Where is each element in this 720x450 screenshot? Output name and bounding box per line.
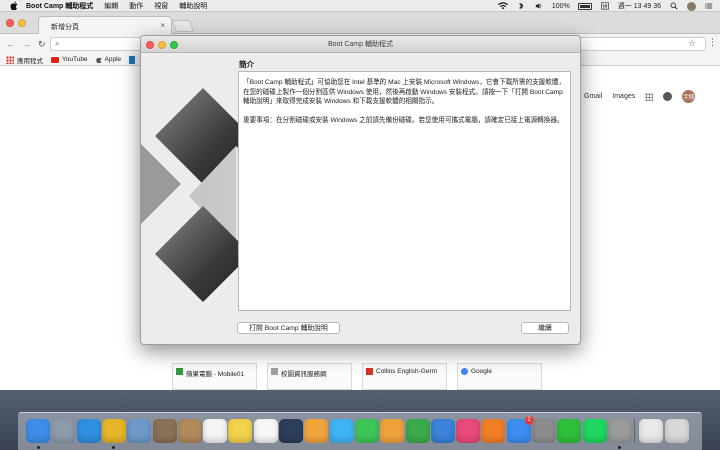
bluetooth-icon[interactable] [516, 2, 526, 10]
input-method-icon[interactable]: 拼 [600, 2, 610, 10]
forward-icon[interactable]: → [22, 39, 31, 49]
google-apps-icon[interactable] [645, 92, 654, 101]
running-indicator [36, 446, 40, 449]
apps-icon [6, 55, 14, 64]
pages-icon[interactable] [380, 419, 405, 443]
continue-button[interactable]: 繼續 [521, 322, 569, 334]
trash-icon[interactable] [664, 419, 689, 443]
menu-window[interactable]: 視窗 [154, 1, 168, 11]
bookmark-apps[interactable]: 應用程式 [6, 55, 43, 65]
spotify-icon[interactable] [582, 419, 607, 443]
images-link[interactable]: Images [612, 93, 635, 100]
back-icon[interactable]: ← [6, 39, 15, 49]
bootcamp-icon[interactable] [607, 419, 632, 443]
line-icon[interactable] [557, 419, 582, 443]
search-icon: ⌕ [55, 39, 60, 48]
notes-icon[interactable] [228, 419, 253, 443]
app-store-icon[interactable]: 2 [506, 416, 534, 443]
google-account-avatar[interactable]: 宇翔 [682, 90, 696, 103]
dock-divider [634, 419, 636, 443]
preview-icon[interactable] [127, 419, 152, 443]
itunes-icon[interactable] [456, 419, 481, 443]
dialog-minimize-button[interactable] [158, 40, 166, 49]
tile-favicon [366, 368, 373, 375]
svg-text:拼: 拼 [602, 3, 607, 10]
photo-slideshow-icon[interactable] [152, 419, 177, 443]
open-help-button[interactable]: 打開 Boot Camp 輔助說明 [237, 322, 340, 334]
safari-icon[interactable] [76, 419, 101, 443]
bookmark-apple[interactable]: Apple [95, 56, 121, 63]
dialog-titlebar: Boot Camp 輔助程式 [141, 36, 580, 53]
wifi-icon[interactable] [497, 2, 508, 10]
running-indicator [618, 446, 622, 449]
numbers-icon[interactable] [405, 419, 430, 443]
running-indicator [112, 446, 116, 449]
tile-campus-service[interactable]: 校園資訊服務網 [267, 363, 352, 390]
chrome-menu-icon[interactable]: ⋮ [708, 37, 717, 48]
menu-app-name[interactable]: Boot Camp 輔助程式 [26, 1, 93, 11]
battery-icon[interactable] [577, 2, 592, 10]
dialog-close-button[interactable] [146, 40, 154, 49]
gmail-link[interactable]: Gmail [584, 93, 602, 100]
notification-center-icon[interactable] [704, 2, 714, 10]
browser-minimize-button[interactable] [18, 19, 26, 27]
chrome-icon[interactable] [101, 419, 126, 443]
tab-title: 新增分頁 [51, 24, 79, 31]
tile-favicon [176, 368, 183, 375]
reload-icon[interactable]: ↻ [38, 39, 46, 50]
tile-favicon [461, 368, 468, 375]
most-visited-tiles: 蘋果電腦 - Mobile01 校園資訊服務網 Collins English-… [172, 363, 542, 390]
mission-control-icon[interactable] [279, 419, 303, 443]
tile-mobile01[interactable]: 蘋果電腦 - Mobile01 [172, 363, 257, 390]
bookmark-star-icon[interactable]: ☆ [688, 38, 696, 49]
dialog-zoom-button[interactable] [170, 40, 178, 49]
notifications-icon[interactable] [663, 92, 673, 101]
tab-strip: 新增分頁 × [0, 12, 720, 34]
section-title: 簡介 [239, 60, 254, 69]
google-bar: Gmail Images 宇翔 [584, 90, 696, 103]
apple-menu-icon[interactable] [10, 1, 18, 10]
tab-new-tab[interactable]: 新增分頁 × [38, 16, 172, 34]
messages-icon[interactable] [329, 419, 354, 443]
keynote-icon[interactable] [430, 419, 455, 443]
intro-text-box: 「Boot Camp 輔助程式」可協助您在 Intel 基準的 Mac 上安裝 … [238, 71, 571, 311]
browser-close-button[interactable] [6, 19, 14, 27]
contacts-icon[interactable] [177, 419, 202, 443]
dock: 2 [18, 412, 702, 450]
menu-bar: Boot Camp 輔助程式 編輯 動作 視窗 輔助說明 100% 拼 週一 1… [0, 0, 720, 12]
intro-paragraph: 「Boot Camp 輔助程式」可協助您在 Intel 基準的 Mac 上安裝 … [243, 79, 566, 105]
bookmark-b-icon [129, 55, 136, 64]
clock[interactable]: 週一 13 49 36 [618, 1, 661, 11]
spotlight-icon[interactable] [669, 2, 679, 10]
launchpad-icon[interactable] [51, 419, 76, 443]
menu-action[interactable]: 動作 [129, 1, 143, 11]
reminders-icon[interactable] [253, 419, 278, 443]
youtube-icon [51, 56, 59, 63]
bookmark-b[interactable] [129, 55, 136, 64]
battery-percent: 100% [551, 2, 570, 10]
system-preferences-icon[interactable] [532, 419, 556, 443]
bookmark-youtube[interactable]: YouTube [51, 56, 88, 63]
tile-google[interactable]: Google [457, 363, 542, 390]
finder-icon[interactable] [26, 419, 50, 443]
tile-collins[interactable]: Collins English-Germ [362, 363, 447, 390]
tile-favicon [271, 368, 278, 375]
bootcamp-dialog: Boot Camp 輔助程式 簡介 「Boot Camp 輔助程式」可協助您在 … [140, 35, 581, 345]
ibooks-icon[interactable] [481, 419, 506, 443]
important-note: 重要事項：在分割磁碟或安裝 Windows 之前請先備份磁碟。若您使用可攜式電腦… [243, 116, 564, 124]
downloads-folder-icon[interactable] [639, 419, 664, 443]
menu-help[interactable]: 輔助說明 [179, 1, 207, 11]
user-avatar[interactable] [687, 1, 696, 11]
tab-close-icon[interactable]: × [160, 21, 165, 30]
menu-edit[interactable]: 編輯 [104, 1, 118, 11]
apple-icon [95, 57, 102, 63]
dialog-title: Boot Camp 輔助程式 [328, 41, 393, 48]
new-tab-button[interactable] [171, 20, 195, 32]
facetime-icon[interactable] [354, 419, 379, 443]
calendar-icon[interactable] [203, 419, 228, 443]
photos-icon[interactable] [304, 419, 329, 443]
volume-icon[interactable] [534, 2, 544, 10]
